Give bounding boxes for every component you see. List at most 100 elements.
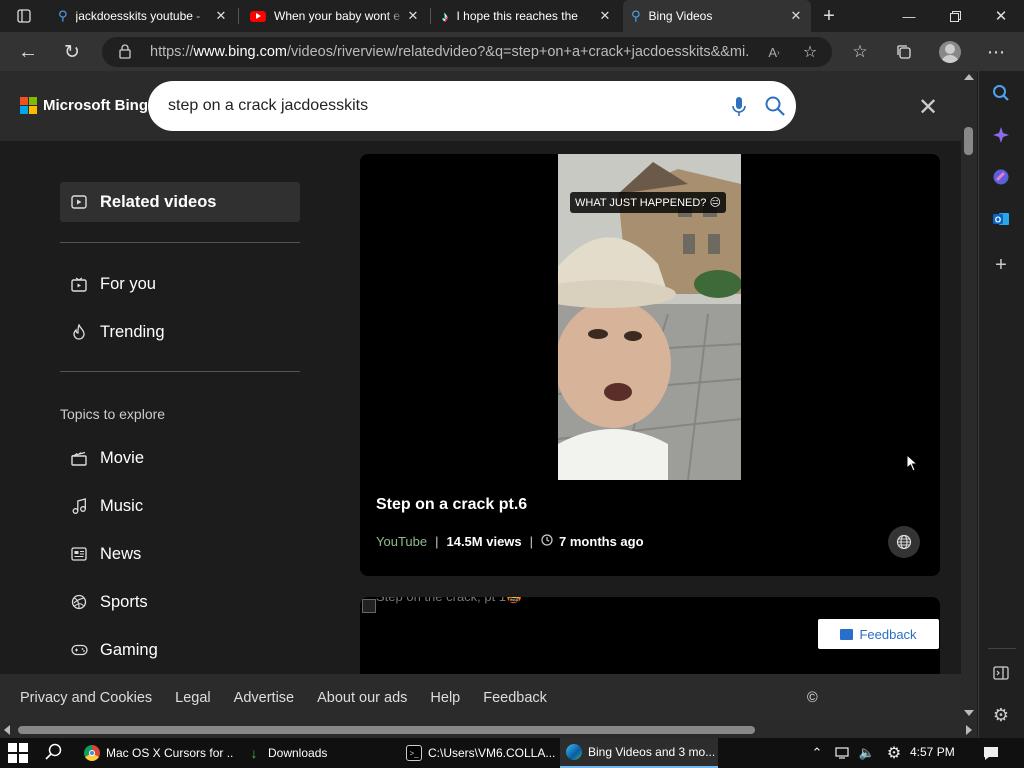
feedback-button[interactable]: Feedback: [818, 619, 939, 649]
read-aloud-icon[interactable]: A ›: [760, 40, 788, 64]
windows-start-icon[interactable]: [8, 743, 28, 763]
lock-icon[interactable]: [118, 43, 132, 59]
hide-sidebar-icon[interactable]: [978, 658, 1024, 688]
taskbar-item-downloads[interactable]: ↓ Downloads: [240, 738, 392, 768]
taskbar-item-terminal[interactable]: >_ C:\Users\VM6.COLLA...: [400, 738, 556, 768]
url-text[interactable]: https://www.bing.com/videos/riverview/re…: [150, 44, 750, 60]
sidebar-topic-sports[interactable]: Sports: [60, 590, 300, 614]
video-overlay-caption: WHAT JUST HAPPENED? 😑: [570, 192, 726, 213]
footer-link-advertise[interactable]: Advertise: [234, 690, 294, 706]
scroll-left-arrow[interactable]: [4, 725, 10, 735]
action-center-icon[interactable]: [980, 742, 1002, 764]
sidebar-item-for-you[interactable]: For you: [60, 272, 300, 296]
logo-text: Microsoft Bing: [43, 97, 148, 114]
sidebar-item-label: Music: [100, 496, 144, 515]
taskbar-item-chrome[interactable]: Mac OS X Cursors for ...: [78, 738, 234, 768]
tiktok-icon: ♪: [442, 8, 449, 24]
sidebar-search-icon[interactable]: [978, 78, 1024, 108]
video-thumbnail[interactable]: WHAT JUST HAPPENED? 😑: [558, 154, 741, 480]
bing-search-icon: ⚲: [58, 8, 68, 23]
horizontal-scroll-thumb[interactable]: [18, 726, 755, 734]
new-tab-button[interactable]: +: [816, 4, 842, 28]
page-footer: Privacy and Cookies Legal Advertise Abou…: [0, 674, 961, 722]
footer-link-legal[interactable]: Legal: [175, 690, 210, 706]
sidebar-settings-icon[interactable]: ⚙: [978, 700, 1024, 730]
sidebar-item-related-videos[interactable]: Related videos: [60, 182, 300, 222]
video-source[interactable]: YouTube: [376, 534, 427, 549]
settings-gear-icon[interactable]: ⚙: [883, 742, 905, 764]
browser-tab[interactable]: When your baby wont e ✕: [242, 0, 428, 32]
taskbar-clock[interactable]: 4:57 PM: [910, 745, 955, 759]
designer-icon[interactable]: [978, 162, 1024, 192]
scroll-up-arrow[interactable]: [964, 74, 974, 80]
microphone-icon[interactable]: [730, 96, 748, 118]
copilot-sparkle-icon[interactable]: [978, 120, 1024, 150]
browser-tab-active[interactable]: ⚲ Bing Videos ✕: [623, 0, 811, 32]
show-hidden-icons-chevron-icon[interactable]: ⌃: [806, 742, 828, 764]
browser-tab[interactable]: ⚲ jackdoesskits youtube - ✕: [50, 0, 236, 32]
footer-link-privacy[interactable]: Privacy and Cookies: [20, 690, 152, 706]
profile-avatar[interactable]: [939, 41, 961, 63]
volume-icon[interactable]: 🔈: [856, 742, 878, 764]
bing-search-icon: ⚲: [631, 8, 641, 23]
ball-icon: [70, 593, 88, 611]
sidebar-topic-gaming[interactable]: Gaming: [60, 638, 300, 662]
sidebar-item-label: Gaming: [100, 640, 158, 659]
video-title[interactable]: Step on a crack pt.6: [376, 496, 527, 514]
close-tab-icon[interactable]: ✕: [214, 8, 228, 24]
browser-tab[interactable]: ♪ I hope this reaches the ✕: [434, 0, 620, 32]
sidebar-topic-news[interactable]: News: [60, 542, 300, 566]
footer-link-about-ads[interactable]: About our ads: [317, 690, 407, 706]
search-icon[interactable]: [764, 95, 786, 117]
globe-icon[interactable]: [888, 526, 920, 558]
url-path: /videos/riverview/relatedvideo?&q=step+o…: [287, 44, 750, 60]
taskbar-item-label: C:\Users\VM6.COLLA...: [428, 746, 556, 760]
network-icon[interactable]: [832, 742, 854, 764]
close-window-button[interactable]: ✕: [978, 0, 1024, 32]
refresh-button[interactable]: ↻: [58, 40, 86, 64]
clock-history-icon: [541, 534, 553, 549]
taskbar-item-label: Mac OS X Cursors for ...: [106, 746, 234, 760]
taskbar-search-icon[interactable]: [44, 742, 66, 764]
back-button[interactable]: ←: [14, 40, 42, 64]
next-video-alt-text: Step on the crack, pt 1🤬: [376, 597, 522, 605]
microsoft-logo-icon: [20, 97, 37, 114]
gamepad-icon: [70, 641, 88, 659]
url-prefix: https://: [150, 44, 194, 60]
tab-actions-icon[interactable]: [10, 6, 38, 26]
scroll-right-arrow[interactable]: [966, 725, 972, 735]
tab-title: jackdoesskits youtube -: [75, 9, 201, 23]
favorites-icon[interactable]: ☆: [846, 40, 874, 64]
add-favorite-icon[interactable]: ☆: [796, 40, 824, 64]
search-input[interactable]: step on a crack jacdoesskits: [168, 97, 368, 115]
taskbar-item-edge[interactable]: Bing Videos and 3 mo...: [560, 738, 718, 768]
footer-link-help[interactable]: Help: [430, 690, 460, 706]
svg-text:O: O: [995, 216, 1001, 225]
outlook-icon[interactable]: O: [978, 204, 1024, 234]
tab-divider: [430, 8, 431, 24]
tab-title: When your baby wont e: [274, 9, 401, 23]
close-tab-icon[interactable]: ✕: [406, 8, 420, 24]
sidebar-item-label: News: [100, 544, 142, 563]
sidebar-item-trending[interactable]: Trending: [60, 320, 300, 344]
scroll-down-arrow[interactable]: [964, 710, 974, 716]
add-sidebar-app-icon[interactable]: +: [978, 250, 1024, 280]
sidebar-divider: [60, 371, 300, 372]
vertical-scrollbar[interactable]: [961, 71, 977, 722]
footer-link-feedback[interactable]: Feedback: [483, 690, 547, 706]
bing-logo[interactable]: Microsoft Bing: [20, 97, 148, 114]
more-options-icon[interactable]: ⋯: [982, 40, 1010, 64]
sidebar-topic-music[interactable]: Music: [60, 494, 300, 518]
minimize-button[interactable]: —: [886, 0, 932, 32]
close-tab-icon[interactable]: ✕: [598, 8, 612, 24]
collections-icon[interactable]: [890, 40, 918, 64]
vertical-scroll-thumb[interactable]: [964, 127, 973, 155]
close-overlay-icon[interactable]: ✕: [918, 93, 938, 122]
sidebar-item-label: Trending: [100, 322, 165, 341]
sidebar-topic-movie[interactable]: Movie: [60, 446, 300, 470]
music-note-icon: [70, 497, 88, 515]
taskbar-item-label: Bing Videos and 3 mo...: [588, 745, 716, 759]
video-card[interactable]: WHAT JUST HAPPENED? 😑 Step on a crack pt…: [360, 154, 940, 576]
close-tab-icon[interactable]: ✕: [789, 8, 803, 24]
restore-button[interactable]: [932, 0, 978, 32]
